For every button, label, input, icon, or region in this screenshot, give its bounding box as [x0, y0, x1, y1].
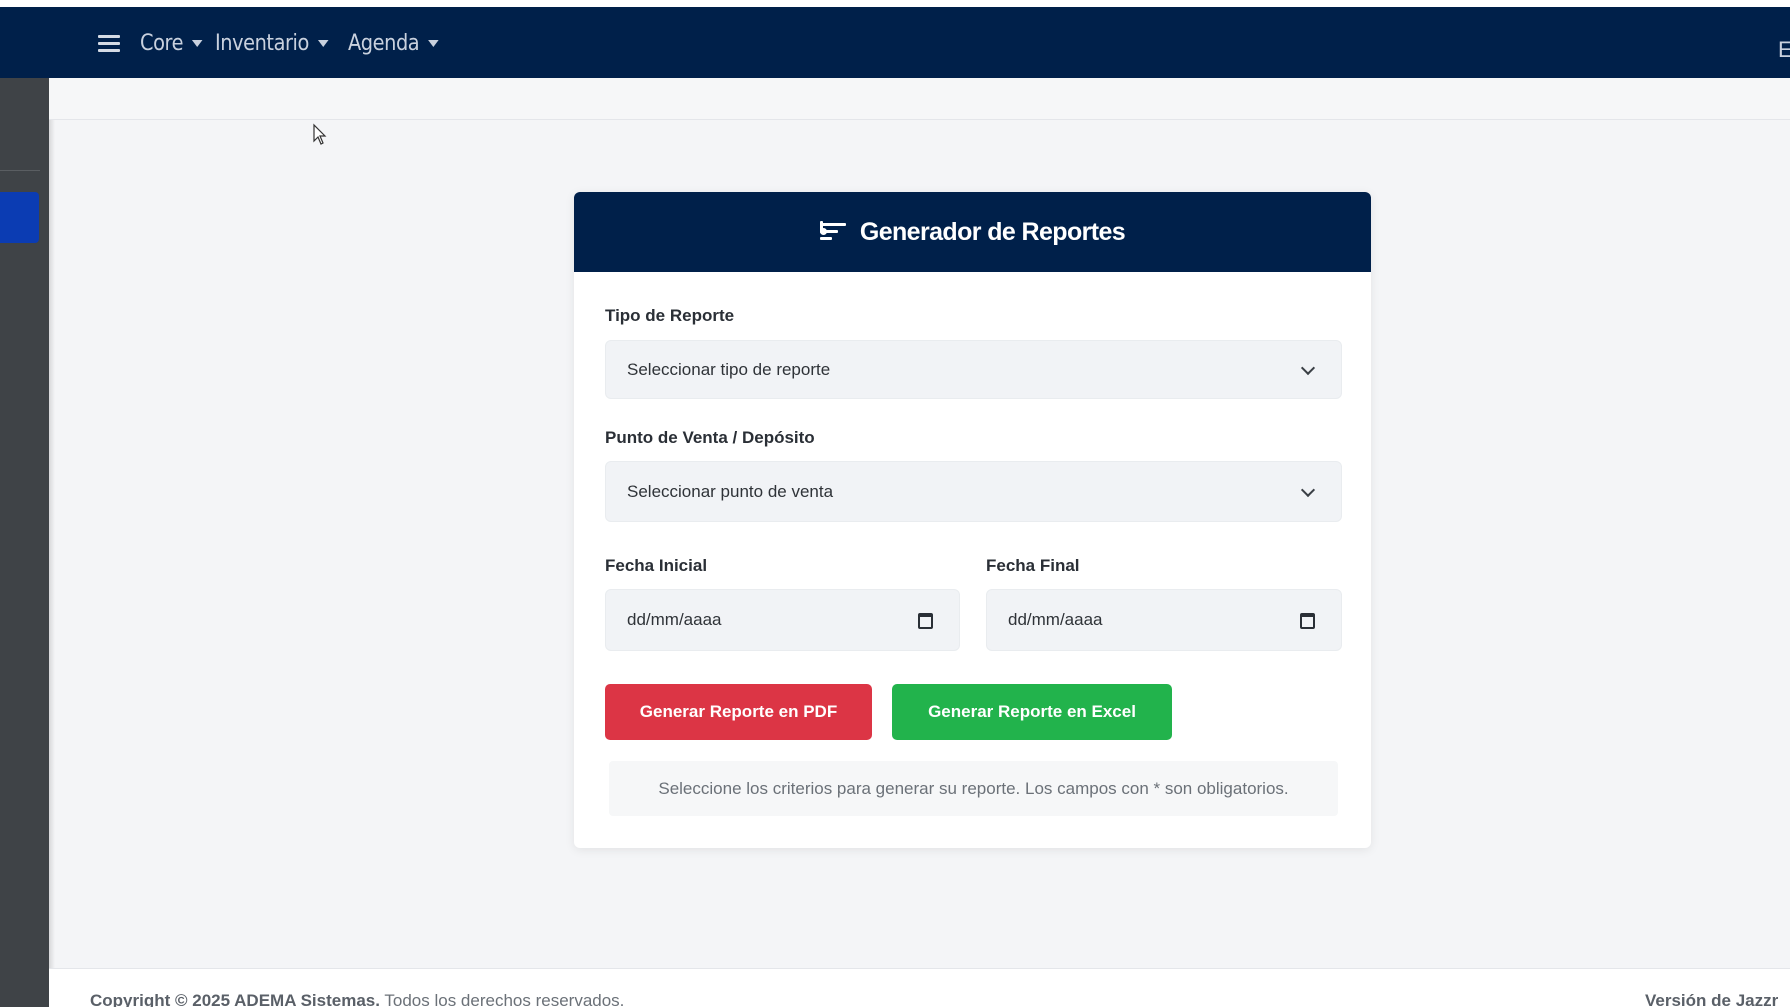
nav-menu: Core Inventario Agenda	[140, 31, 439, 56]
footer: Copyright © 2025 ADEMA Sistemas. Todos l…	[49, 968, 1790, 1007]
card-header: Generador de Reportes	[574, 192, 1371, 272]
nav-item-core[interactable]: Core	[140, 31, 203, 56]
form-hint: Seleccione los criterios para generar su…	[609, 761, 1338, 816]
footer-copyright: Copyright © 2025 ADEMA Sistemas. Todos l…	[90, 991, 624, 1007]
chevron-down-icon	[1300, 482, 1316, 498]
top-navbar: Core Inventario Agenda E	[0, 7, 1790, 78]
sidebar-active-item[interactable]	[0, 192, 39, 243]
hamburger-menu-icon[interactable]	[98, 35, 120, 52]
punto-venta-value: Seleccionar punto de venta	[627, 481, 834, 501]
fecha-inicial-placeholder: dd/mm/aaaa	[627, 610, 722, 629]
sidebar	[0, 78, 49, 1007]
generate-excel-button[interactable]: Generar Reporte en Excel	[892, 684, 1172, 740]
nav-item-label: Agenda	[347, 31, 420, 56]
tipo-reporte-label: Tipo de Reporte	[605, 306, 735, 325]
caret-down-icon	[317, 40, 329, 47]
nav-item-agenda[interactable]: Agenda	[348, 31, 439, 56]
fecha-final-input[interactable]: dd/mm/aaaa	[986, 589, 1342, 651]
footer-copyright-rest: Todos los derechos reservados.	[379, 991, 625, 1007]
fecha-inicial-input[interactable]: dd/mm/aaaa	[605, 589, 960, 651]
tipo-reporte-value: Seleccionar tipo de reporte	[627, 359, 831, 379]
footer-copyright-bold: Copyright © 2025 ADEMA Sistemas.	[90, 991, 380, 1007]
footer-version: Versión de Jazzr	[1645, 991, 1779, 1007]
tipo-reporte-select[interactable]: Seleccionar tipo de reporte	[605, 340, 1342, 399]
nav-item-label: Inventario	[214, 31, 309, 56]
sidebar-shadow	[49, 78, 55, 1007]
card-title: Generador de Reportes	[859, 217, 1126, 246]
nav-right-item[interactable]: E	[1778, 37, 1790, 63]
nav-item-inventario[interactable]: Inventario	[214, 31, 329, 56]
punto-venta-label: Punto de Venta / Depósito	[605, 428, 815, 447]
caret-down-icon	[191, 40, 203, 47]
sidebar-divider	[0, 170, 40, 171]
caret-down-icon	[427, 40, 439, 47]
content-header	[49, 78, 1790, 120]
top-strip	[0, 0, 1790, 7]
fecha-inicial-label: Fecha Inicial	[605, 556, 708, 575]
chevron-down-icon	[1300, 360, 1316, 376]
nav-item-label: Core	[140, 31, 184, 56]
calendar-icon[interactable]	[918, 613, 933, 629]
calendar-icon[interactable]	[1300, 613, 1315, 629]
mouse-cursor-icon	[313, 123, 327, 145]
fecha-final-label: Fecha Final	[986, 556, 1080, 575]
punto-venta-select[interactable]: Seleccionar punto de venta	[605, 461, 1342, 522]
fecha-final-placeholder: dd/mm/aaaa	[1008, 610, 1103, 629]
generate-pdf-button[interactable]: Generar Reporte en PDF	[605, 684, 872, 740]
report-generator-card: Generador de Reportes Tipo de Reporte Se…	[574, 192, 1371, 848]
report-list-icon	[819, 221, 848, 243]
